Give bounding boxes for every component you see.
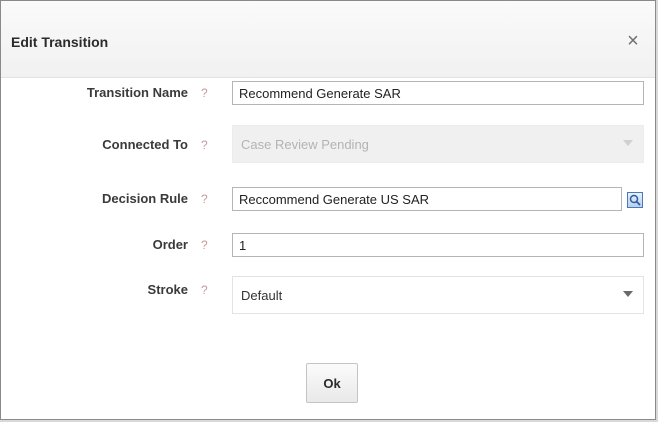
dialog-header: Edit Transition × bbox=[1, 1, 655, 78]
dialog-body: Transition Name ? Connected To ? Case Re… bbox=[1, 78, 655, 419]
help-icon[interactable]: ? bbox=[201, 238, 208, 252]
decision-rule-label: Decision Rule bbox=[102, 191, 188, 206]
transition-name-label: Transition Name bbox=[86, 85, 188, 100]
stroke-select[interactable]: Default bbox=[232, 276, 644, 314]
stroke-value: Default bbox=[241, 288, 283, 303]
stroke-row: Stroke ? Default bbox=[1, 276, 655, 314]
connected-to-select: Case Review Pending bbox=[232, 125, 644, 163]
help-icon[interactable]: ? bbox=[201, 192, 208, 206]
order-row: Order ? bbox=[1, 233, 655, 259]
transition-name-input[interactable] bbox=[232, 81, 644, 105]
connected-to-row: Connected To ? Case Review Pending bbox=[1, 125, 655, 163]
magnifier-lookup-icon[interactable] bbox=[627, 192, 643, 208]
decision-rule-row: Decision Rule ? bbox=[1, 187, 655, 213]
ok-button[interactable]: Ok bbox=[306, 363, 358, 403]
chevron-down-icon[interactable] bbox=[623, 291, 633, 297]
edit-transition-dialog: Edit Transition × Transition Name ? Conn… bbox=[0, 0, 656, 420]
chevron-down-icon bbox=[623, 140, 633, 146]
close-icon[interactable]: × bbox=[623, 31, 643, 51]
help-icon[interactable]: ? bbox=[201, 138, 208, 152]
connected-to-label: Connected To bbox=[102, 137, 188, 152]
decision-rule-input[interactable] bbox=[232, 187, 622, 211]
help-icon[interactable]: ? bbox=[201, 86, 208, 100]
dialog-title: Edit Transition bbox=[11, 34, 109, 50]
order-input[interactable] bbox=[232, 233, 644, 257]
transition-name-row: Transition Name ? bbox=[1, 81, 655, 107]
connected-to-value: Case Review Pending bbox=[241, 137, 369, 152]
order-label: Order bbox=[152, 237, 188, 252]
help-icon[interactable]: ? bbox=[201, 283, 208, 297]
stroke-label: Stroke bbox=[147, 282, 188, 297]
